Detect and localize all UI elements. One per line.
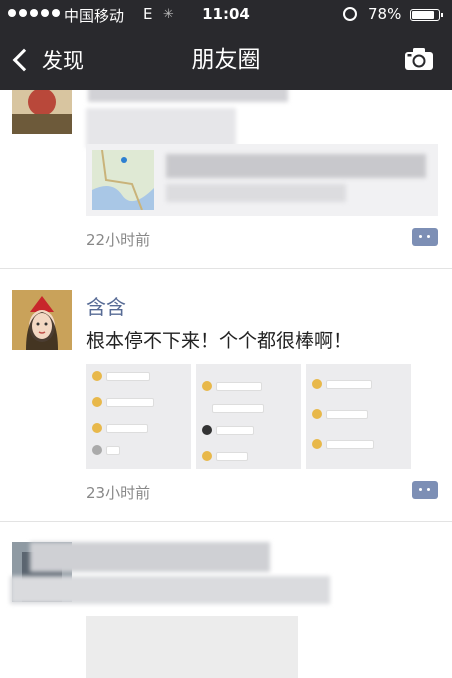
battery-icon xyxy=(410,9,443,21)
redacted-name xyxy=(30,542,270,572)
redacted-text xyxy=(10,576,330,604)
redacted-name xyxy=(88,90,288,102)
comment-button[interactable] xyxy=(412,481,438,499)
post-divider xyxy=(0,268,452,269)
post-text: 根本停不下来！个个都很棒啊！ xyxy=(86,330,353,352)
redacted-link-title xyxy=(166,154,426,178)
post-image[interactable] xyxy=(86,616,298,678)
status-bar: 中国移动 E ✳ 11:04 78% xyxy=(0,0,452,30)
battery-percent: 78% xyxy=(368,5,402,23)
redacted-text xyxy=(86,108,236,148)
comment-button[interactable] xyxy=(412,228,438,246)
avatar[interactable] xyxy=(12,290,72,350)
camera-icon[interactable] xyxy=(404,47,434,71)
moments-feed[interactable]: 22小时前 含含 根本停不下来！个个都很棒啊！ 23小时前 xyxy=(0,90,452,678)
navigation-bar: 发现 朋友圈 xyxy=(0,30,452,90)
post-time: 23小时前 xyxy=(86,484,151,502)
post-image[interactable] xyxy=(86,364,191,469)
shared-link-card[interactable] xyxy=(86,144,438,216)
post-image[interactable] xyxy=(306,364,411,469)
post-divider xyxy=(0,521,452,522)
orientation-lock-icon xyxy=(343,7,357,21)
redacted-link-subtitle xyxy=(166,184,346,202)
author-name[interactable]: 含含 xyxy=(86,291,126,320)
avatar[interactable] xyxy=(12,90,72,134)
page-title: 朋友圈 xyxy=(191,47,261,73)
map-thumbnail xyxy=(92,150,154,210)
post-time: 22小时前 xyxy=(86,231,151,249)
post-image[interactable] xyxy=(196,364,301,469)
